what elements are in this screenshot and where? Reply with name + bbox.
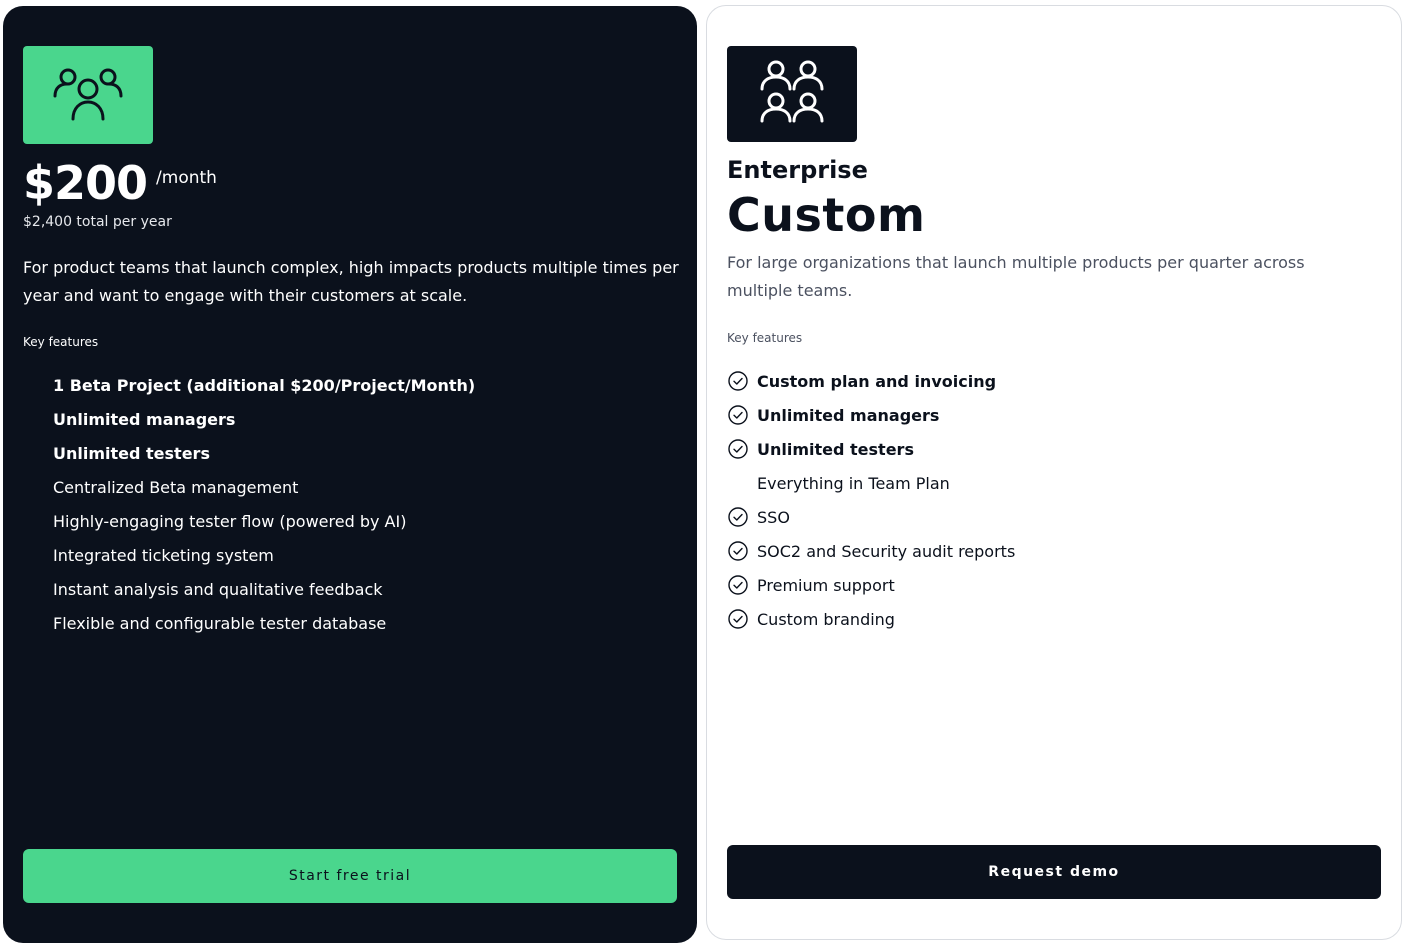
feature-spacer <box>23 578 45 600</box>
key-features-label: Key features <box>23 335 99 349</box>
feature-item: Centralized Beta management <box>23 470 475 504</box>
feature-item: Unlimited testers <box>23 436 475 470</box>
feature-list: 1 Beta Project (additional $200/Project/… <box>23 368 475 640</box>
feature-label: Unlimited managers <box>53 409 236 429</box>
plan-price: $200 <box>23 156 148 210</box>
check-circle-icon <box>727 370 749 392</box>
price-period: /month <box>156 168 217 188</box>
check-circle-icon <box>727 506 749 528</box>
feature-spacer <box>23 442 45 464</box>
plan-name: Enterprise <box>727 156 868 184</box>
feature-item: Highly-engaging tester flow (powered by … <box>23 504 475 538</box>
team-plan-card: $200 /month $2,400 total per year For pr… <box>3 6 697 943</box>
check-circle-icon <box>727 540 749 562</box>
users-grid-icon <box>757 59 827 129</box>
check-circle-icon <box>727 438 749 460</box>
feature-label: Unlimited managers <box>757 405 940 425</box>
feature-item: Unlimited managers <box>23 402 475 436</box>
feature-label: Flexible and configurable tester databas… <box>53 613 387 633</box>
feature-label: Unlimited testers <box>53 443 210 463</box>
team-plan-icon-tile <box>23 46 153 144</box>
feature-label: 1 Beta Project (additional $200/Project/… <box>53 375 476 395</box>
feature-label: Everything in Team Plan <box>757 473 950 493</box>
feature-item: SOC2 and Security audit reports <box>727 534 1015 568</box>
check-circle-icon <box>727 404 749 426</box>
plan-price-title: Custom <box>727 188 926 242</box>
feature-label: Centralized Beta management <box>53 477 299 497</box>
users-group-icon <box>49 63 127 127</box>
feature-item: Integrated ticketing system <box>23 538 475 572</box>
feature-item: Unlimited managers <box>727 398 1015 432</box>
feature-label: Custom plan and invoicing <box>757 371 997 391</box>
feature-label: Unlimited testers <box>757 439 914 459</box>
yearly-total: $2,400 total per year <box>23 214 172 230</box>
feature-label: Custom branding <box>757 609 895 629</box>
check-circle-icon <box>727 574 749 596</box>
check-circle-icon <box>727 608 749 630</box>
feature-label: SSO <box>757 507 790 527</box>
feature-label: SOC2 and Security audit reports <box>757 541 1016 561</box>
price-row: $200 /month <box>23 156 217 210</box>
feature-label: Premium support <box>757 575 895 595</box>
feature-spacer <box>23 476 45 498</box>
feature-item: Premium support <box>727 568 1015 602</box>
feature-spacer <box>727 472 749 494</box>
request-demo-button[interactable]: Request demo <box>727 845 1381 899</box>
feature-item: Instant analysis and qualitative feedbac… <box>23 572 475 606</box>
feature-spacer <box>23 374 45 396</box>
feature-item: Custom branding <box>727 602 1015 636</box>
feature-item: Unlimited testers <box>727 432 1015 466</box>
feature-label: Instant analysis and qualitative feedbac… <box>53 579 383 599</box>
feature-label: Highly-engaging tester flow (powered by … <box>53 511 407 531</box>
feature-item: SSO <box>727 500 1015 534</box>
enterprise-plan-card: Enterprise Custom For large organization… <box>706 5 1402 940</box>
feature-list: Custom plan and invoicing Unlimited manag… <box>727 364 1015 636</box>
plan-description: For product teams that launch complex, h… <box>23 258 679 305</box>
feature-label: Integrated ticketing system <box>53 545 274 565</box>
feature-item: Everything in Team Plan <box>727 466 1015 500</box>
feature-spacer <box>23 612 45 634</box>
enterprise-plan-icon-tile <box>727 46 857 142</box>
feature-spacer <box>23 408 45 430</box>
feature-item: 1 Beta Project (additional $200/Project/… <box>23 368 475 402</box>
feature-spacer <box>23 510 45 532</box>
feature-spacer <box>23 544 45 566</box>
feature-item: Flexible and configurable tester databas… <box>23 606 475 640</box>
feature-item: Custom plan and invoicing <box>727 364 1015 398</box>
plan-description: For large organizations that launch mult… <box>727 253 1305 300</box>
key-features-label: Key features <box>727 331 803 345</box>
start-free-trial-button[interactable]: Start free trial <box>23 849 677 903</box>
